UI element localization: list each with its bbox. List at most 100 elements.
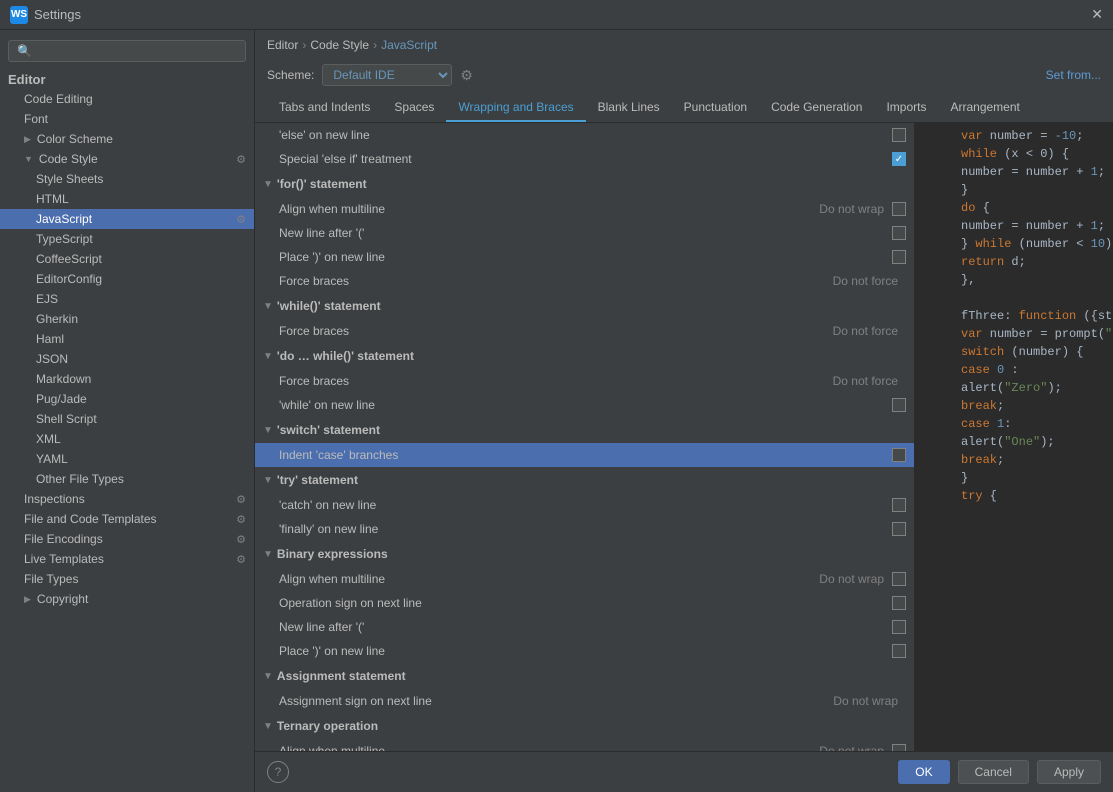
row-binary-place-paren[interactable]: Place ')' on new line [255,639,914,663]
section-ternary-operation[interactable]: ▼ Ternary operation [255,713,914,739]
section-assignment-statement[interactable]: ▼ Assignment statement [255,663,914,689]
tab-arrangement[interactable]: Arrangement [938,94,1031,122]
search-input[interactable] [37,44,237,58]
checkbox-binary-op[interactable] [892,596,906,610]
checkbox-try-finally[interactable] [892,522,906,536]
line-gutter [923,343,953,361]
sidebar-item-html[interactable]: HTML [0,189,254,209]
row-binary-op-next-line[interactable]: Operation sign on next line [255,591,914,615]
section-binary-expressions[interactable]: ▼ Binary expressions [255,541,914,567]
sidebar-item-live-templates[interactable]: Live Templates ⚙ [0,549,254,569]
tab-tabs-and-indents[interactable]: Tabs and Indents [267,94,382,122]
sidebar-item-copyright[interactable]: ▶ Copyright [0,589,254,609]
sidebar-item-inspections[interactable]: Inspections ⚙ [0,489,254,509]
sidebar-item-font[interactable]: Font [0,109,254,129]
sidebar-item-label: TypeScript [36,232,93,246]
sidebar-item-shell-script[interactable]: Shell Script [0,409,254,429]
checkbox-for-new-line[interactable] [892,226,906,240]
sidebar-item-xml[interactable]: XML [0,429,254,449]
code-line: return d; [915,253,1113,271]
ok-button[interactable]: OK [898,760,949,784]
sidebar-item-style-sheets[interactable]: Style Sheets [0,169,254,189]
row-while-force-braces[interactable]: Force braces Do not force [255,319,914,343]
row-else-new-line[interactable]: 'else' on new line [255,123,914,147]
checkbox-special-else-if[interactable] [892,152,906,166]
sidebar-item-file-types[interactable]: File Types [0,569,254,589]
checkbox-binary-align[interactable] [892,572,906,586]
sidebar-item-typescript[interactable]: TypeScript [0,229,254,249]
apply-button[interactable]: Apply [1037,760,1101,784]
section-for-statement[interactable]: ▼ 'for()' statement [255,171,914,197]
sidebar-item-label: Markdown [36,372,91,386]
sidebar-item-code-editing[interactable]: Code Editing [0,89,254,109]
sidebar-item-label: Style Sheets [36,172,103,186]
checkbox-for-align[interactable] [892,202,906,216]
row-ternary-align[interactable]: Align when multiline Do not wrap [255,739,914,751]
sidebar-item-label: File and Code Templates [24,512,157,526]
tab-spaces[interactable]: Spaces [382,94,446,122]
sidebar-item-javascript[interactable]: JavaScript ⚙ [0,209,254,229]
row-try-finally-new-line[interactable]: 'finally' on new line [255,517,914,541]
cancel-button[interactable]: Cancel [958,760,1029,784]
sidebar-item-haml[interactable]: Haml [0,329,254,349]
row-for-force-braces[interactable]: Force braces Do not force [255,269,914,293]
search-box[interactable]: 🔍 [8,40,246,62]
row-assignment-sign-next[interactable]: Assignment sign on next line Do not wrap [255,689,914,713]
sidebar-item-file-encodings[interactable]: File Encodings ⚙ [0,529,254,549]
sidebar-item-label: JSON [36,352,68,366]
checkbox-switch-indent[interactable] [892,448,906,462]
row-for-new-line-after[interactable]: New line after '(' [255,221,914,245]
checkbox-binary-new-line[interactable] [892,620,906,634]
section-do-while-statement[interactable]: ▼ 'do … while()' statement [255,343,914,369]
tab-punctuation[interactable]: Punctuation [672,94,759,122]
settings-icon: ⚙ [236,513,246,526]
sidebar-item-yaml[interactable]: YAML [0,449,254,469]
code-content: var number = prompt("Enter a num [961,325,1113,343]
line-gutter [923,253,953,271]
row-special-else-if[interactable]: Special 'else if' treatment [255,147,914,171]
tab-code-generation[interactable]: Code Generation [759,94,874,122]
sidebar-item-coffeescript[interactable]: CoffeeScript [0,249,254,269]
section-try-statement[interactable]: ▼ 'try' statement [255,467,914,493]
line-gutter [923,487,953,505]
row-binary-new-line-after[interactable]: New line after '(' [255,615,914,639]
section-title: 'for()' statement [277,177,367,191]
checkbox-dowhile-while[interactable] [892,398,906,412]
checkbox-try-catch[interactable] [892,498,906,512]
sidebar-item-label: CoffeeScript [36,252,102,266]
sidebar-item-ejs[interactable]: EJS [0,289,254,309]
tab-wrapping-and-braces[interactable]: Wrapping and Braces [446,94,585,122]
checkbox-else-new-line[interactable] [892,128,906,142]
sidebar-item-color-scheme[interactable]: ▶ Color Scheme [0,129,254,149]
section-while-statement[interactable]: ▼ 'while()' statement [255,293,914,319]
checkbox-ternary-align[interactable] [892,744,906,751]
row-for-place-paren[interactable]: Place ')' on new line [255,245,914,269]
set-from-link[interactable]: Set from... [1046,68,1101,82]
sidebar-item-pug-jade[interactable]: Pug/Jade [0,389,254,409]
help-button[interactable]: ? [267,761,289,783]
sidebar-item-editorconfig[interactable]: EditorConfig [0,269,254,289]
sidebar-item-file-and-code-templates[interactable]: File and Code Templates ⚙ [0,509,254,529]
scheme-select[interactable]: Default IDE [322,64,452,86]
section-title: 'while()' statement [277,299,381,313]
checkbox-for-paren[interactable] [892,250,906,264]
row-try-catch-new-line[interactable]: 'catch' on new line [255,493,914,517]
sidebar-item-code-style[interactable]: ▼ Code Style ⚙ [0,149,254,169]
row-switch-indent-case[interactable]: Indent 'case' branches [255,443,914,467]
code-content: alert("One"); [961,433,1105,451]
tab-blank-lines[interactable]: Blank Lines [586,94,672,122]
tab-imports[interactable]: Imports [874,94,938,122]
sidebar-item-other-file-types[interactable]: Other File Types [0,469,254,489]
row-binary-align[interactable]: Align when multiline Do not wrap [255,567,914,591]
checkbox-binary-paren[interactable] [892,644,906,658]
sidebar-item-markdown[interactable]: Markdown [0,369,254,389]
close-button[interactable]: ✕ [1091,6,1103,23]
row-for-align[interactable]: Align when multiline Do not wrap [255,197,914,221]
section-switch-statement[interactable]: ▼ 'switch' statement [255,417,914,443]
sidebar-item-gherkin[interactable]: Gherkin [0,309,254,329]
row-label: 'catch' on new line [263,498,892,512]
sidebar-item-json[interactable]: JSON [0,349,254,369]
row-dowhile-force-braces[interactable]: Force braces Do not force [255,369,914,393]
scheme-gear-icon[interactable]: ⚙ [460,67,473,84]
row-dowhile-while-new-line[interactable]: 'while' on new line [255,393,914,417]
